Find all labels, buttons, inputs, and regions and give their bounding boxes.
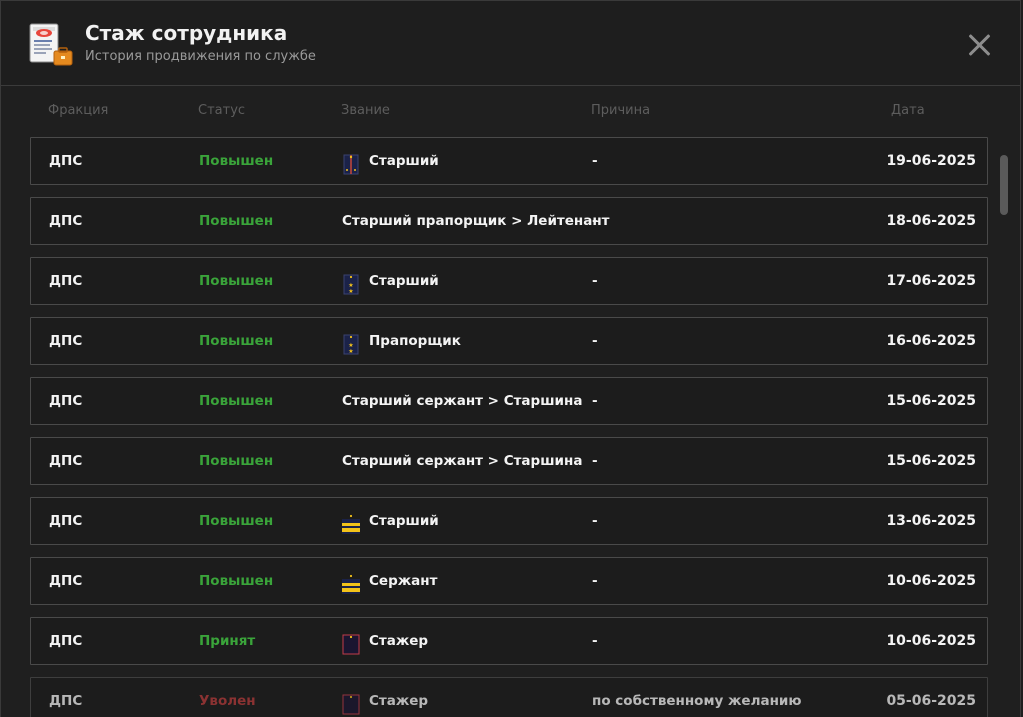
rank-cell: Старший сержант > Старшина (342, 438, 582, 484)
faction-cell: ДПС (49, 693, 83, 709)
status-cell: Повышен (199, 453, 274, 469)
table-row[interactable]: ДПС Повышен Старший сержант > Старшина - 15-… (30, 377, 988, 425)
table-row[interactable]: ДПС Повышен Старший прапорщик > Лейтенант -… (30, 197, 988, 245)
rank-cell: ★ ★ Старший (342, 258, 439, 304)
table-row[interactable]: ДПС Повышен Сержант - 10-06-2025 (30, 557, 988, 605)
date-cell: 10-06-2025 (886, 573, 976, 589)
rank-label: Стажер (369, 633, 429, 649)
faction-cell: ДПС (49, 513, 83, 529)
date-cell: 18-06-2025 (886, 213, 976, 229)
date-cell: 05-06-2025 (886, 693, 976, 709)
rank-label: Прапорщик (369, 333, 461, 349)
date-cell: 10-06-2025 (886, 633, 976, 649)
reason-cell: - (592, 393, 598, 409)
faction-cell: ДПС (49, 333, 83, 349)
close-button[interactable] (963, 29, 995, 61)
column-header-date: Дата (891, 103, 925, 118)
page-title: Стаж сотрудника (85, 21, 288, 45)
date-cell: 15-06-2025 (886, 393, 976, 409)
faction-cell: ДПС (49, 633, 83, 649)
scrollbar-thumb[interactable] (1000, 155, 1008, 215)
document-briefcase-icon (29, 23, 73, 66)
reason-cell: - (592, 153, 598, 169)
status-cell: Повышен (199, 513, 274, 529)
table-row[interactable]: ДПС Принят Стажер - 10-06-2025 (30, 617, 988, 665)
column-header-status: Статус (198, 103, 246, 118)
scrollbar-track[interactable] (998, 138, 1010, 717)
epaulette-plain-icon (342, 689, 360, 715)
table-row[interactable]: ДПС Повышен Старший сержант > Старшина - 15-… (30, 437, 988, 485)
window-header: Стаж сотрудника История продвижения по с… (1, 1, 1020, 86)
date-cell: 13-06-2025 (886, 513, 976, 529)
epaulette-navy-stripe-icon (342, 149, 360, 175)
reason-cell: - (592, 213, 598, 229)
rank-cell: Стажер (342, 678, 428, 717)
faction-cell: ДПС (49, 273, 83, 289)
column-header-reason: Причина (591, 103, 651, 118)
reason-cell: по собственному желанию (592, 693, 802, 709)
faction-cell: ДПС (49, 573, 83, 589)
date-cell: 19-06-2025 (886, 153, 976, 169)
rank-label: Сержант (369, 573, 438, 589)
faction-cell: ДПС (49, 213, 83, 229)
epaulette-navy-stars-icon: ★ ★ (342, 269, 360, 295)
table-header: Фракция Статус Звание Причина Дата (1, 86, 1020, 136)
status-cell: Принят (199, 633, 256, 649)
employee-seniority-window: Стаж сотрудника История продвижения по с… (0, 0, 1021, 717)
reason-cell: - (592, 273, 598, 289)
date-cell: 16-06-2025 (886, 333, 976, 349)
rank-label: Старший прапорщик > Лейтенант (342, 213, 610, 229)
faction-cell: ДПС (49, 393, 83, 409)
chevron-gold-icon (342, 509, 360, 534)
column-header-faction: Фракция (48, 103, 109, 118)
rank-cell: ★ ★ Прапорщик (342, 318, 461, 364)
status-cell: Повышен (199, 333, 274, 349)
reason-cell: - (592, 633, 598, 649)
chevron-gold-icon (342, 569, 360, 594)
date-cell: 17-06-2025 (886, 273, 976, 289)
faction-cell: ДПС (49, 453, 83, 469)
status-cell: Повышен (199, 573, 274, 589)
page-subtitle: История продвижения по службе (85, 49, 316, 64)
epaulette-plain-icon (342, 629, 360, 655)
date-cell: 15-06-2025 (886, 453, 976, 469)
column-header-rank: Звание (341, 103, 390, 118)
rank-cell: Старший (342, 498, 439, 544)
status-cell: Повышен (199, 213, 274, 229)
epaulette-navy-stars-icon: ★ ★ (342, 329, 360, 355)
status-cell: Повышен (199, 153, 274, 169)
reason-cell: - (592, 453, 598, 469)
table-row[interactable]: ДПС Повышен Старший - 19-06-2025 (30, 137, 988, 185)
status-cell: Повышен (199, 273, 274, 289)
rank-label: Старший сержант > Старшина (342, 393, 583, 409)
faction-cell: ДПС (49, 153, 83, 169)
table-row[interactable]: ДПС Повышен Старший - 13-06-2025 (30, 497, 988, 545)
reason-cell: - (592, 573, 598, 589)
table-row[interactable]: ДПС Повышен ★ ★ Прапорщик - 16-06-2025 (30, 317, 988, 365)
rank-cell: Старший сержант > Старшина (342, 378, 582, 424)
svg-text:★: ★ (348, 288, 353, 295)
rank-label: Старший (369, 273, 439, 289)
rank-cell: Сержант (342, 558, 437, 604)
table-row[interactable]: ДПС Повышен ★ ★ Старший - 17-06-2025 (30, 257, 988, 305)
rank-label: Старший (369, 153, 439, 169)
status-cell: Повышен (199, 393, 274, 409)
svg-text:★: ★ (348, 348, 353, 355)
rank-label: Старший (369, 513, 439, 529)
rank-cell: Старший (342, 138, 439, 184)
status-cell: Уволен (199, 693, 256, 709)
reason-cell: - (592, 513, 598, 529)
rank-label: Стажер (369, 693, 429, 709)
rank-cell: Старший прапорщик > Лейтенант (342, 198, 609, 244)
rank-label: Старший сержант > Старшина (342, 453, 583, 469)
reason-cell: - (592, 333, 598, 349)
table-row[interactable]: ДПС Уволен Стажер по собственному желанию 05… (30, 677, 988, 717)
rank-cell: Стажер (342, 618, 428, 664)
